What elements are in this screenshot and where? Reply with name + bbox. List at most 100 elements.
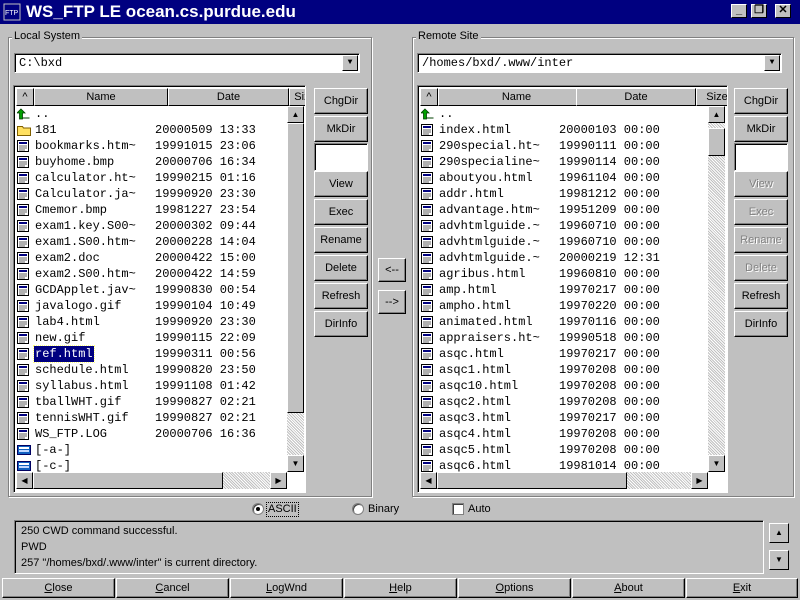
auto-checkbox[interactable] (452, 503, 464, 515)
local-hscroll[interactable]: ◀ ▶ (16, 472, 287, 489)
remote-file-list[interactable]: ^ Name Date Size .. index.html 20000103 00… (417, 85, 728, 493)
local-dirinfo-button[interactable]: DirInfo (314, 311, 368, 337)
ascii-label[interactable]: ASCII (266, 502, 299, 517)
remote-delete-button[interactable]: Delete (734, 255, 788, 281)
auto-label[interactable]: Auto (468, 503, 491, 516)
file-icon (421, 172, 434, 184)
scroll-right-icon[interactable]: ▶ (691, 472, 708, 489)
scroll-up-icon[interactable]: ▲ (708, 106, 725, 123)
remote-hscroll[interactable]: ◀ ▶ (420, 472, 708, 489)
file-name: asqc5.html (439, 443, 512, 457)
button-label-rest: elp (397, 582, 412, 594)
cancel-button[interactable]: Cancel (116, 578, 229, 598)
file-icon (17, 300, 30, 312)
about-button[interactable]: About (572, 578, 685, 598)
remote-vscroll[interactable]: ▲ ▼ (708, 106, 725, 472)
log-panel[interactable]: 250 CWD command successful. PWD 257 "/ho… (14, 520, 764, 574)
scroll-down-icon[interactable]: ▼ (708, 455, 725, 472)
log-scroll-down-icon[interactable]: ▼ (769, 550, 789, 570)
file-icon (421, 460, 434, 472)
ftp-app-icon[interactable]: FTP (3, 3, 21, 21)
local-rename-button[interactable]: Rename (314, 227, 368, 253)
file-date: 19991108 01:42 (155, 379, 256, 393)
local-vscroll-thumb[interactable] (287, 123, 304, 413)
local-col-date[interactable]: Date (168, 88, 289, 106)
local-hscroll-thumb[interactable] (33, 472, 223, 489)
file-icon (17, 204, 30, 216)
local-sort-button[interactable]: ^ (16, 88, 34, 106)
remote-col-date[interactable]: Date (576, 88, 696, 106)
file-date: 19951209 00:00 (559, 203, 660, 217)
file-date: 19990920 23:30 (155, 315, 256, 329)
file-date: 20000509 13:33 (155, 123, 256, 137)
remote-rename-button[interactable]: Rename (734, 227, 788, 253)
remote-exec-button[interactable]: Exec (734, 199, 788, 225)
local-mask-input[interactable] (314, 143, 368, 171)
binary-radio[interactable] (352, 503, 364, 515)
help-button[interactable]: Help (344, 578, 457, 598)
file-name: buyhome.bmp (35, 155, 115, 169)
scroll-left-icon[interactable]: ◀ (16, 472, 33, 489)
remote-sort-button[interactable]: ^ (420, 88, 438, 106)
button-label-rest: lose (52, 582, 73, 594)
file-date: 19970217 00:00 (559, 411, 660, 425)
remote-vscroll-thumb[interactable] (708, 128, 725, 156)
download-button[interactable]: <-- (378, 258, 406, 282)
scroll-up-icon[interactable]: ▲ (287, 106, 304, 123)
file-date: 19990827 02:21 (155, 395, 256, 409)
chevron-down-icon[interactable]: ▼ (342, 55, 358, 71)
local-exec-button[interactable]: Exec (314, 199, 368, 225)
local-file-list[interactable]: ^ Name Date Size .. 181 20000509 13:33 book… (13, 85, 306, 493)
remote-dirinfo-button[interactable]: DirInfo (734, 311, 788, 337)
close-button[interactable]: Close (2, 578, 115, 598)
remote-col-size[interactable]: Size (696, 88, 727, 106)
scroll-left-icon[interactable]: ◀ (420, 472, 437, 489)
file-date: 19990920 23:30 (155, 187, 256, 201)
file-date: 19990830 00:54 (155, 283, 256, 297)
restore-icon[interactable]: ❐ (751, 4, 767, 18)
file-icon (421, 140, 434, 152)
exit-button[interactable]: Exit (686, 578, 798, 598)
title-bar[interactable]: FTP WS_FTP LE ocean.cs.purdue.edu _ ❐ ✕ (0, 0, 800, 24)
file-date: 20000219 12:31 (559, 251, 660, 265)
file-icon (17, 364, 30, 376)
local-mkdir-button[interactable]: MkDir (314, 116, 368, 142)
chevron-down-icon[interactable]: ▼ (764, 55, 780, 71)
remote-chgdir-button[interactable]: ChgDir (734, 88, 788, 114)
remote-refresh-button[interactable]: Refresh (734, 283, 788, 309)
file-icon (421, 124, 434, 136)
remote-col-name[interactable]: Name (438, 88, 595, 106)
file-icon (421, 380, 434, 392)
file-name: asqc.html (439, 347, 504, 361)
scroll-down-icon[interactable]: ▼ (287, 455, 304, 472)
local-path-combo[interactable]: C:\bxd ▼ (14, 53, 360, 73)
logwnd-button[interactable]: LogWnd (230, 578, 343, 598)
file-name: 181 (35, 123, 57, 137)
remote-view-button[interactable]: View (734, 171, 788, 197)
options-button[interactable]: Options (458, 578, 571, 598)
upload-button[interactable]: --> (378, 290, 406, 314)
remote-path-combo[interactable]: /homes/bxd/.www/inter ▼ (417, 53, 782, 73)
remote-mask-input[interactable] (734, 143, 788, 171)
minimize-icon[interactable]: _ (731, 4, 747, 18)
log-scroll-up-icon[interactable]: ▲ (769, 523, 789, 543)
file-name: exam1.key.S00~ (35, 219, 136, 233)
remote-hscroll-thumb[interactable] (437, 472, 627, 489)
local-col-name[interactable]: Name (34, 88, 168, 106)
local-vscroll[interactable]: ▲ ▼ (287, 106, 304, 472)
file-name: syllabus.html (35, 379, 129, 393)
binary-label[interactable]: Binary (368, 503, 399, 516)
close-window-icon[interactable]: ✕ (775, 4, 791, 18)
file-date: 20000706 16:36 (155, 427, 256, 441)
local-refresh-button[interactable]: Refresh (314, 283, 368, 309)
remote-mkdir-button[interactable]: MkDir (734, 116, 788, 142)
local-view-button[interactable]: View (314, 171, 368, 197)
ascii-radio[interactable] (252, 503, 264, 515)
local-chgdir-button[interactable]: ChgDir (314, 88, 368, 114)
file-icon (17, 284, 30, 296)
local-col-size[interactable]: Size (289, 88, 305, 106)
file-name: asqc1.html (439, 363, 512, 377)
svg-text:FTP: FTP (5, 10, 19, 17)
scroll-right-icon[interactable]: ▶ (270, 472, 287, 489)
local-delete-button[interactable]: Delete (314, 255, 368, 281)
